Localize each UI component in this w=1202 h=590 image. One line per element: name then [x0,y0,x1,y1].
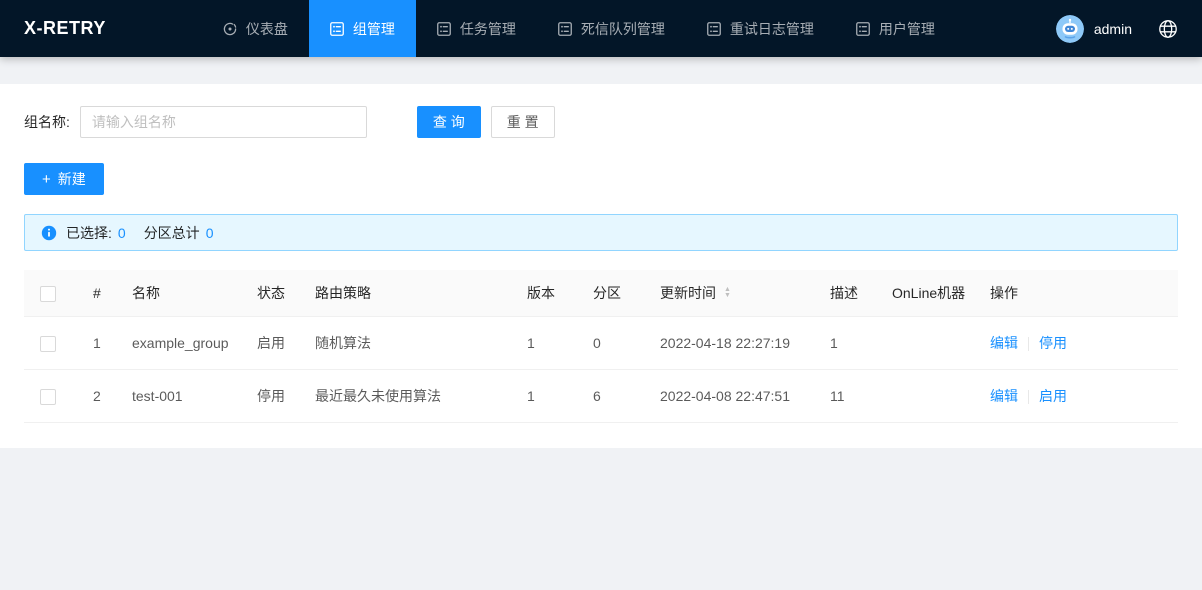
reset-button[interactable]: 重 置 [491,106,555,138]
enable-link[interactable]: 启用 [1039,388,1067,404]
col-actions: 操作 [974,270,1178,317]
col-updated-at-label: 更新时间 [660,283,716,303]
group-name-label: 组名称: [24,112,70,132]
table-row: 2 test-001 停用 最近最久未使用算法 1 6 2022-04-08 2… [24,370,1178,423]
username[interactable]: admin [1094,21,1132,37]
cell-description: 1 [814,317,876,370]
nav-label: 仪表盘 [246,19,288,39]
action-divider [1028,337,1029,351]
content-card: 组名称: 查 询 重 置 + 新建 已选择: 0 分区总计 0 [0,84,1202,448]
user-avatar[interactable] [1056,15,1084,43]
grid-icon [707,22,721,36]
partition-total-label: 分区总计 [144,223,200,243]
cell-partition: 6 [577,370,644,423]
col-status: 状态 [241,270,299,317]
row-checkbox[interactable] [40,336,56,352]
cell-updated-at: 2022-04-18 22:27:19 [644,317,814,370]
partition-total-count: 0 [206,225,214,241]
col-partition: 分区 [577,270,644,317]
cell-online-machines [876,317,974,370]
search-button[interactable]: 查 询 [417,106,481,138]
cell-route-strategy: 随机算法 [299,317,511,370]
brand-logo: X-RETRY [24,0,106,57]
plus-icon: + [42,172,51,187]
cell-version: 1 [511,317,577,370]
col-route-strategy: 路由策略 [299,270,511,317]
selected-label: 已选择: [66,223,112,243]
nav-item-retry-log[interactable]: 重试日志管理 [686,0,835,57]
nav-label: 重试日志管理 [730,19,814,39]
header-right: admin [1056,0,1178,57]
col-name: 名称 [116,270,241,317]
app-header: X-RETRY 仪表盘 组管理 任务管理 死信队列管理 [0,0,1202,57]
cell-status: 启用 [241,317,299,370]
col-index: # [77,270,116,317]
cell-actions: 编辑 启用 [974,370,1178,423]
cell-status: 停用 [241,370,299,423]
grid-icon [856,22,870,36]
cell-updated-at: 2022-04-08 22:47:51 [644,370,814,423]
page-body: 组名称: 查 询 重 置 + 新建 已选择: 0 分区总计 0 [0,57,1202,448]
groups-table: # 名称 状态 路由策略 版本 分区 更新时间 ▲▼ 描述 [24,270,1178,423]
nav-item-dashboard[interactable]: 仪表盘 [202,0,309,57]
selection-summary-alert: 已选择: 0 分区总计 0 [24,214,1178,251]
nav-item-group-management[interactable]: 组管理 [309,0,416,57]
nav-label: 任务管理 [460,19,516,39]
nav-label: 死信队列管理 [581,19,665,39]
filter-bar: 组名称: 查 询 重 置 [24,106,1178,138]
table-row: 1 example_group 启用 随机算法 1 0 2022-04-18 2… [24,317,1178,370]
col-online-machines: OnLine机器 [876,270,974,317]
cell-name: test-001 [116,370,241,423]
info-icon [41,225,57,241]
edit-link[interactable]: 编辑 [990,388,1018,404]
nav-label: 组管理 [353,19,395,39]
col-updated-at[interactable]: 更新时间 ▲▼ [644,270,814,317]
cell-name: example_group [116,317,241,370]
cell-online-machines [876,370,974,423]
sort-carets-icon[interactable]: ▲▼ [724,287,731,299]
grid-icon [437,22,451,36]
col-version: 版本 [511,270,577,317]
nav-item-task-management[interactable]: 任务管理 [416,0,537,57]
nav-item-dead-letter-queue[interactable]: 死信队列管理 [537,0,686,57]
col-description: 描述 [814,270,876,317]
group-name-input[interactable] [80,106,367,138]
nav-label: 用户管理 [879,19,935,39]
language-globe-icon[interactable] [1158,19,1178,39]
cell-description: 11 [814,370,876,423]
dashboard-icon [223,22,237,36]
toolbar: + 新建 [24,163,1178,195]
grid-icon [330,22,344,36]
action-divider [1028,390,1029,404]
new-button-label: 新建 [58,169,86,189]
grid-icon [558,22,572,36]
cell-actions: 编辑 停用 [974,317,1178,370]
edit-link[interactable]: 编辑 [990,335,1018,351]
select-all-checkbox[interactable] [40,286,56,302]
cell-index: 2 [77,370,116,423]
row-checkbox[interactable] [40,389,56,405]
nav-item-user-management[interactable]: 用户管理 [835,0,956,57]
main-nav: 仪表盘 组管理 任务管理 死信队列管理 重试日志管理 [202,0,1056,57]
cell-version: 1 [511,370,577,423]
cell-partition: 0 [577,317,644,370]
table-header-row: # 名称 状态 路由策略 版本 分区 更新时间 ▲▼ 描述 [24,270,1178,317]
disable-link[interactable]: 停用 [1039,335,1067,351]
new-button[interactable]: + 新建 [24,163,104,195]
selected-count: 0 [118,225,126,241]
cell-route-strategy: 最近最久未使用算法 [299,370,511,423]
cell-index: 1 [77,317,116,370]
